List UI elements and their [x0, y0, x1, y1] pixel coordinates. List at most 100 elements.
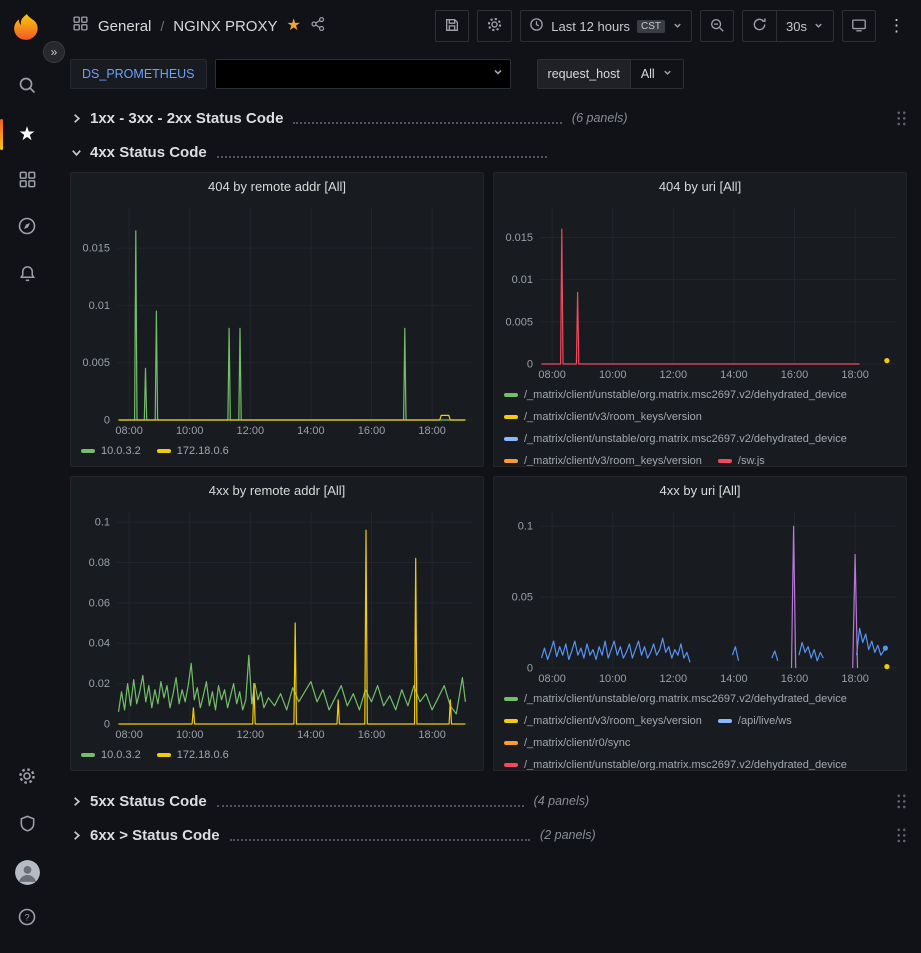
- row-6xx[interactable]: 6xx > Status Code (2 panels): [70, 821, 907, 849]
- svg-text:10:00: 10:00: [176, 729, 204, 741]
- svg-text:18:00: 18:00: [418, 425, 446, 437]
- bell-icon: [18, 264, 37, 288]
- svg-text:0.005: 0.005: [505, 316, 533, 328]
- timeseries-plot[interactable]: 00.0050.010.01508:0010:0012:0014:0016:00…: [494, 200, 906, 382]
- favorite-star-icon[interactable]: ★: [286, 18, 300, 34]
- panel-404-by-remote-addr: 404 by remote addr [All] 00.0050.010.015…: [70, 172, 484, 467]
- svg-text:0.02: 0.02: [89, 678, 110, 690]
- legend-item[interactable]: /api/live/ws: [718, 710, 792, 732]
- svg-text:0.06: 0.06: [89, 597, 110, 609]
- row-1xx-3xx-2xx[interactable]: 1xx - 3xx - 2xx Status Code (6 panels): [70, 104, 907, 132]
- dashboard-settings-button[interactable]: [477, 10, 512, 42]
- panel-legend: 10.0.3.2 172.18.0.6: [71, 438, 483, 466]
- breadcrumb-separator: /: [160, 18, 164, 34]
- refresh-interval-dropdown[interactable]: 30s: [776, 11, 833, 41]
- refresh-button[interactable]: [743, 11, 776, 41]
- dotted-leader: [230, 839, 530, 841]
- sidebar-item-dashboards[interactable]: [0, 158, 54, 205]
- row-panel-count: (2 panels): [540, 828, 596, 842]
- sidebar-item-server-admin[interactable]: [0, 802, 54, 849]
- panel-legend: /_matrix/client/unstable/org.matrix.msc2…: [494, 686, 906, 770]
- dotted-leader: [293, 122, 562, 124]
- compass-icon: [17, 216, 37, 241]
- legend-item[interactable]: 172.18.0.6: [157, 744, 229, 766]
- sidebar-item-starred[interactable]: ★: [0, 111, 54, 158]
- chevron-down-icon: [672, 19, 683, 34]
- legend-item[interactable]: /_matrix/client/v3/room_keys/version: [504, 450, 702, 466]
- legend-item[interactable]: 10.0.3.2: [81, 744, 141, 766]
- legend-label: /_matrix/client/r0/sync: [524, 737, 630, 749]
- svg-text:0: 0: [104, 415, 110, 427]
- svg-text:12:00: 12:00: [237, 425, 265, 437]
- star-icon: ★: [18, 125, 35, 144]
- panel-title[interactable]: 404 by uri [All]: [494, 173, 906, 200]
- svg-text:08:00: 08:00: [115, 729, 143, 741]
- series-color-marker-icon: [157, 449, 171, 453]
- series-color-marker-icon: [157, 753, 171, 757]
- legend-label: /_matrix/client/v3/room_keys/version: [524, 455, 702, 466]
- tv-mode-button[interactable]: [842, 10, 876, 42]
- help-circle-icon: ?: [17, 907, 37, 932]
- search-icon: [17, 75, 37, 100]
- panel-title[interactable]: 4xx by uri [All]: [494, 477, 906, 504]
- legend-item[interactable]: 10.0.3.2: [81, 440, 141, 462]
- panel-title[interactable]: 4xx by remote addr [All]: [71, 477, 483, 504]
- datasource-variable[interactable]: DS_PROMETHEUS: [70, 59, 207, 89]
- legend-label: /_matrix/client/v3/room_keys/version: [524, 715, 702, 727]
- svg-text:16:00: 16:00: [781, 673, 809, 685]
- request-host-value-dropdown[interactable]: All: [630, 59, 684, 89]
- series-color-marker-icon: [504, 741, 518, 745]
- row-drag-handle-icon[interactable]: [896, 110, 907, 127]
- sidebar-item-search[interactable]: [0, 64, 54, 111]
- sidebar-item-configuration[interactable]: [0, 755, 54, 802]
- sidebar-item-explore[interactable]: [0, 205, 54, 252]
- panel-title[interactable]: 404 by remote addr [All]: [71, 173, 483, 200]
- sidebar-item-profile[interactable]: [0, 849, 54, 896]
- legend-label: /_matrix/client/unstable/org.matrix.msc2…: [524, 433, 847, 445]
- double-chevron-right-icon: »: [51, 45, 58, 59]
- legend-item[interactable]: 172.18.0.6: [157, 440, 229, 462]
- row-5xx[interactable]: 5xx Status Code (4 panels): [70, 787, 907, 815]
- timeseries-plot[interactable]: 00.020.040.060.080.108:0010:0012:0014:00…: [71, 504, 483, 742]
- svg-text:12:00: 12:00: [237, 729, 265, 741]
- legend-item[interactable]: /_matrix/client/r0/sync: [504, 732, 630, 754]
- legend-label: 172.18.0.6: [177, 749, 229, 761]
- svg-text:18:00: 18:00: [841, 369, 869, 381]
- legend-item[interactable]: /sw.js: [718, 450, 765, 466]
- timeseries-plot[interactable]: 00.0050.010.01508:0010:0012:0014:0016:00…: [71, 200, 483, 438]
- row-drag-handle-icon[interactable]: [896, 827, 907, 844]
- legend-label: 10.0.3.2: [101, 749, 141, 761]
- series-color-marker-icon: [504, 719, 518, 723]
- grafana-logo-icon[interactable]: [10, 12, 44, 46]
- legend-item[interactable]: /_matrix/client/unstable/org.matrix.msc2…: [504, 384, 847, 406]
- breadcrumb-folder[interactable]: General: [98, 18, 151, 35]
- svg-text:0.1: 0.1: [518, 521, 533, 533]
- zoom-out-button[interactable]: [700, 10, 734, 42]
- series-color-marker-icon: [81, 753, 95, 757]
- legend-item[interactable]: /_matrix/client/unstable/org.matrix.msc2…: [504, 688, 847, 710]
- series-color-marker-icon: [504, 437, 518, 441]
- legend-item[interactable]: /_matrix/client/unstable/org.matrix.msc2…: [504, 428, 847, 450]
- monitor-icon: [851, 17, 867, 36]
- legend-item[interactable]: /_matrix/client/v3/room_keys/version: [504, 710, 702, 732]
- request-host-label[interactable]: request_host: [537, 59, 630, 89]
- host-variable-select[interactable]: [215, 59, 511, 89]
- sidebar-item-alerting[interactable]: [0, 252, 54, 299]
- kebab-menu-button[interactable]: ⋮: [884, 16, 909, 36]
- legend-item[interactable]: /_matrix/client/unstable/org.matrix.msc2…: [504, 754, 847, 770]
- row-drag-handle-icon[interactable]: [896, 793, 907, 810]
- panel-4xx-by-remote-addr: 4xx by remote addr [All] 00.020.040.060.…: [70, 476, 484, 771]
- time-range-picker[interactable]: Last 12 hours CST: [520, 10, 692, 42]
- sidebar-expand-toggle[interactable]: »: [43, 41, 65, 63]
- svg-text:08:00: 08:00: [115, 425, 143, 437]
- legend-label: /_matrix/client/unstable/org.matrix.msc2…: [524, 389, 847, 401]
- dashboard-title[interactable]: NGINX PROXY: [173, 18, 277, 35]
- share-icon[interactable]: [310, 16, 326, 37]
- sidebar-item-help[interactable]: ?: [0, 896, 54, 943]
- timeseries-plot[interactable]: 00.050.108:0010:0012:0014:0016:0018:00: [494, 504, 906, 686]
- sidebar: ★: [0, 0, 54, 953]
- legend-item[interactable]: /_matrix/client/v3/room_keys/version: [504, 406, 702, 428]
- dashboard-topbar: General / NGINX PROXY ★: [54, 0, 921, 52]
- save-dashboard-button[interactable]: [435, 10, 469, 42]
- row-4xx[interactable]: 4xx Status Code: [70, 138, 907, 166]
